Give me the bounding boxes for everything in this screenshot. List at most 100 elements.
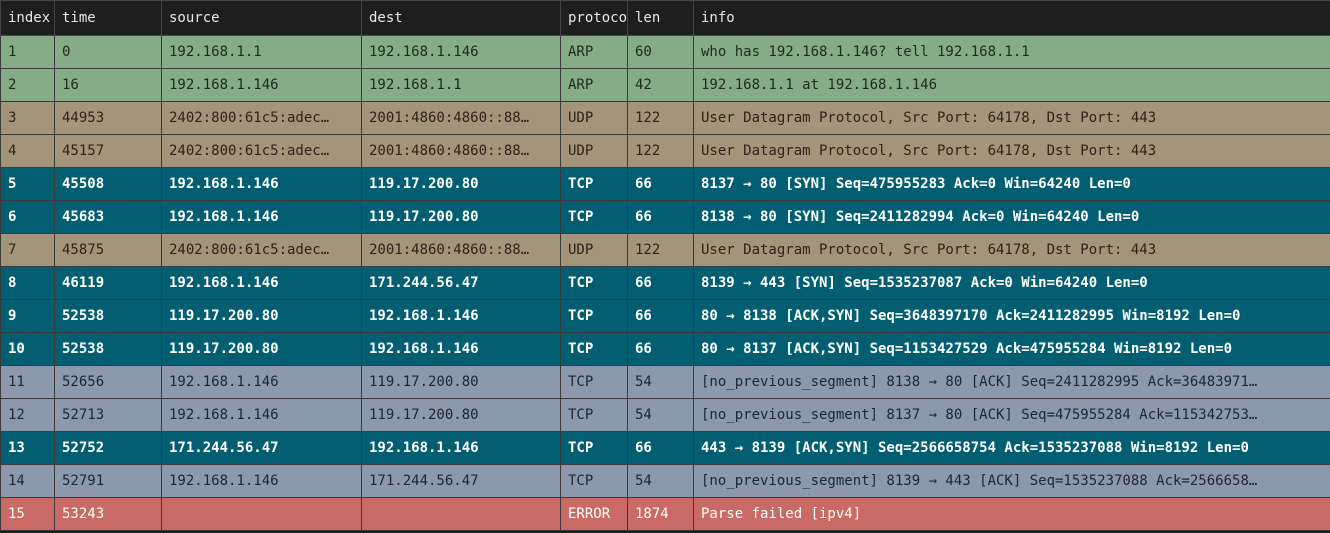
column-header-info[interactable]: info: [693, 0, 1330, 36]
cell-source: 2402:800:61c5:adec…: [161, 101, 362, 135]
cell-protocol: TCP: [560, 200, 628, 234]
cell-index: 6: [0, 200, 55, 234]
cell-time: 53243: [54, 497, 162, 531]
column-header-protocol[interactable]: protocol: [560, 0, 628, 36]
packet-row[interactable]: 5 45508 192.168.1.146 119.17.200.80 TCP 66 813…: [0, 167, 1330, 201]
cell-source: 192.168.1.146: [161, 365, 362, 399]
cell-index: 5: [0, 167, 55, 201]
column-header-dest[interactable]: dest: [361, 0, 561, 36]
cell-len: 66: [627, 431, 694, 465]
cell-source: 192.168.1.146: [161, 167, 362, 201]
cell-time: 46119: [54, 266, 162, 300]
packet-row[interactable]: 8 46119 192.168.1.146 171.244.56.47 TCP 66 813…: [0, 266, 1330, 300]
cell-dest: 171.244.56.47: [361, 464, 561, 498]
cell-source: 192.168.1.146: [161, 464, 362, 498]
cell-source: 119.17.200.80: [161, 299, 362, 333]
cell-time: 45157: [54, 134, 162, 168]
packet-row[interactable]: 7 45875 2402:800:61c5:adec… 2001:4860:4860:…: [0, 233, 1330, 267]
cell-dest: 192.168.1.146: [361, 35, 561, 69]
cell-dest: 171.244.56.47: [361, 266, 561, 300]
cell-len: 122: [627, 233, 694, 267]
cell-source: 171.244.56.47: [161, 431, 362, 465]
cell-info: 192.168.1.1 at 192.168.1.146: [693, 68, 1330, 102]
cell-protocol: TCP: [560, 167, 628, 201]
cell-len: 66: [627, 299, 694, 333]
cell-time: 45508: [54, 167, 162, 201]
cell-source: 119.17.200.80: [161, 332, 362, 366]
cell-source: 2402:800:61c5:adec…: [161, 134, 362, 168]
packet-row[interactable]: 14 52791 192.168.1.146 171.244.56.47 TCP 54 [n…: [0, 464, 1330, 498]
packet-row[interactable]: 3 44953 2402:800:61c5:adec… 2001:4860:4860:…: [0, 101, 1330, 135]
packet-row[interactable]: 11 52656 192.168.1.146 119.17.200.80 TCP 54 [n…: [0, 365, 1330, 399]
cell-info: 8137 → 80 [SYN] Seq=475955283 Ack=0 Win=…: [693, 167, 1330, 201]
cell-info: Parse failed [ipv4]: [693, 497, 1330, 531]
column-header-source[interactable]: source: [161, 0, 362, 36]
cell-protocol: TCP: [560, 398, 628, 432]
cell-protocol: TCP: [560, 464, 628, 498]
cell-len: 66: [627, 332, 694, 366]
cell-index: 15: [0, 497, 55, 531]
cell-dest: 119.17.200.80: [361, 398, 561, 432]
packet-table: index time source dest protocol len info…: [0, 0, 1330, 531]
cell-protocol: TCP: [560, 431, 628, 465]
cell-info: [no_previous_segment] 8137 → 80 [ACK] Se…: [693, 398, 1330, 432]
packet-row[interactable]: 10 52538 119.17.200.80 192.168.1.146 TCP 66 80…: [0, 332, 1330, 366]
cell-index: 3: [0, 101, 55, 135]
cell-index: 14: [0, 464, 55, 498]
cell-protocol: ARP: [560, 35, 628, 69]
cell-len: 54: [627, 365, 694, 399]
packet-row[interactable]: 15 53243 ERROR 1874 Parse failed [ipv4]: [0, 497, 1330, 531]
cell-source: [161, 497, 362, 531]
cell-time: 16: [54, 68, 162, 102]
packet-row[interactable]: 2 16 192.168.1.146 192.168.1.1 ARP 42 192.168.…: [0, 68, 1330, 102]
cell-protocol: UDP: [560, 233, 628, 267]
column-header-time[interactable]: time: [54, 0, 162, 36]
cell-source: 2402:800:61c5:adec…: [161, 233, 362, 267]
cell-info: [no_previous_segment] 8139 → 443 [ACK] S…: [693, 464, 1330, 498]
cell-info: User Datagram Protocol, Src Port: 64178,…: [693, 233, 1330, 267]
cell-len: 122: [627, 101, 694, 135]
cell-len: 60: [627, 35, 694, 69]
cell-dest: 119.17.200.80: [361, 167, 561, 201]
cell-protocol: UDP: [560, 134, 628, 168]
cell-index: 10: [0, 332, 55, 366]
cell-info: User Datagram Protocol, Src Port: 64178,…: [693, 101, 1330, 135]
cell-index: 4: [0, 134, 55, 168]
cell-source: 192.168.1.146: [161, 200, 362, 234]
cell-time: 52713: [54, 398, 162, 432]
cell-protocol: TCP: [560, 266, 628, 300]
packet-row[interactable]: 13 52752 171.244.56.47 192.168.1.146 TCP 66 44…: [0, 431, 1330, 465]
cell-source: 192.168.1.146: [161, 398, 362, 432]
cell-len: 122: [627, 134, 694, 168]
cell-len: 42: [627, 68, 694, 102]
cell-index: 12: [0, 398, 55, 432]
cell-time: 52656: [54, 365, 162, 399]
cell-len: 1874: [627, 497, 694, 531]
cell-info: [no_previous_segment] 8138 → 80 [ACK] Se…: [693, 365, 1330, 399]
cell-info: 80 → 8138 [ACK,SYN] Seq=3648397170 Ack=2…: [693, 299, 1330, 333]
cell-time: 52538: [54, 332, 162, 366]
packet-row[interactable]: 1 0 192.168.1.1 192.168.1.146 ARP 60 who has 1…: [0, 35, 1330, 69]
packet-row[interactable]: 4 45157 2402:800:61c5:adec… 2001:4860:4860:…: [0, 134, 1330, 168]
column-header-len[interactable]: len: [627, 0, 694, 36]
cell-protocol: TCP: [560, 365, 628, 399]
cell-dest: [361, 497, 561, 531]
cell-index: 9: [0, 299, 55, 333]
cell-dest: 192.168.1.146: [361, 299, 561, 333]
cell-len: 66: [627, 200, 694, 234]
packet-row[interactable]: 9 52538 119.17.200.80 192.168.1.146 TCP 66 80 …: [0, 299, 1330, 333]
cell-dest: 192.168.1.146: [361, 332, 561, 366]
packet-rows: 1 0 192.168.1.1 192.168.1.146 ARP 60 who has 1…: [0, 35, 1330, 531]
cell-info: 8138 → 80 [SYN] Seq=2411282994 Ack=0 Win…: [693, 200, 1330, 234]
header-row: index time source dest protocol len info: [0, 0, 1330, 36]
cell-source: 192.168.1.1: [161, 35, 362, 69]
column-header-index[interactable]: index: [0, 0, 55, 36]
cell-time: 45875: [54, 233, 162, 267]
cell-len: 66: [627, 167, 694, 201]
packet-row[interactable]: 12 52713 192.168.1.146 119.17.200.80 TCP 54 [n…: [0, 398, 1330, 432]
cell-time: 44953: [54, 101, 162, 135]
packet-row[interactable]: 6 45683 192.168.1.146 119.17.200.80 TCP 66 813…: [0, 200, 1330, 234]
cell-info: 80 → 8137 [ACK,SYN] Seq=1153427529 Ack=4…: [693, 332, 1330, 366]
cell-index: 11: [0, 365, 55, 399]
cell-len: 66: [627, 266, 694, 300]
